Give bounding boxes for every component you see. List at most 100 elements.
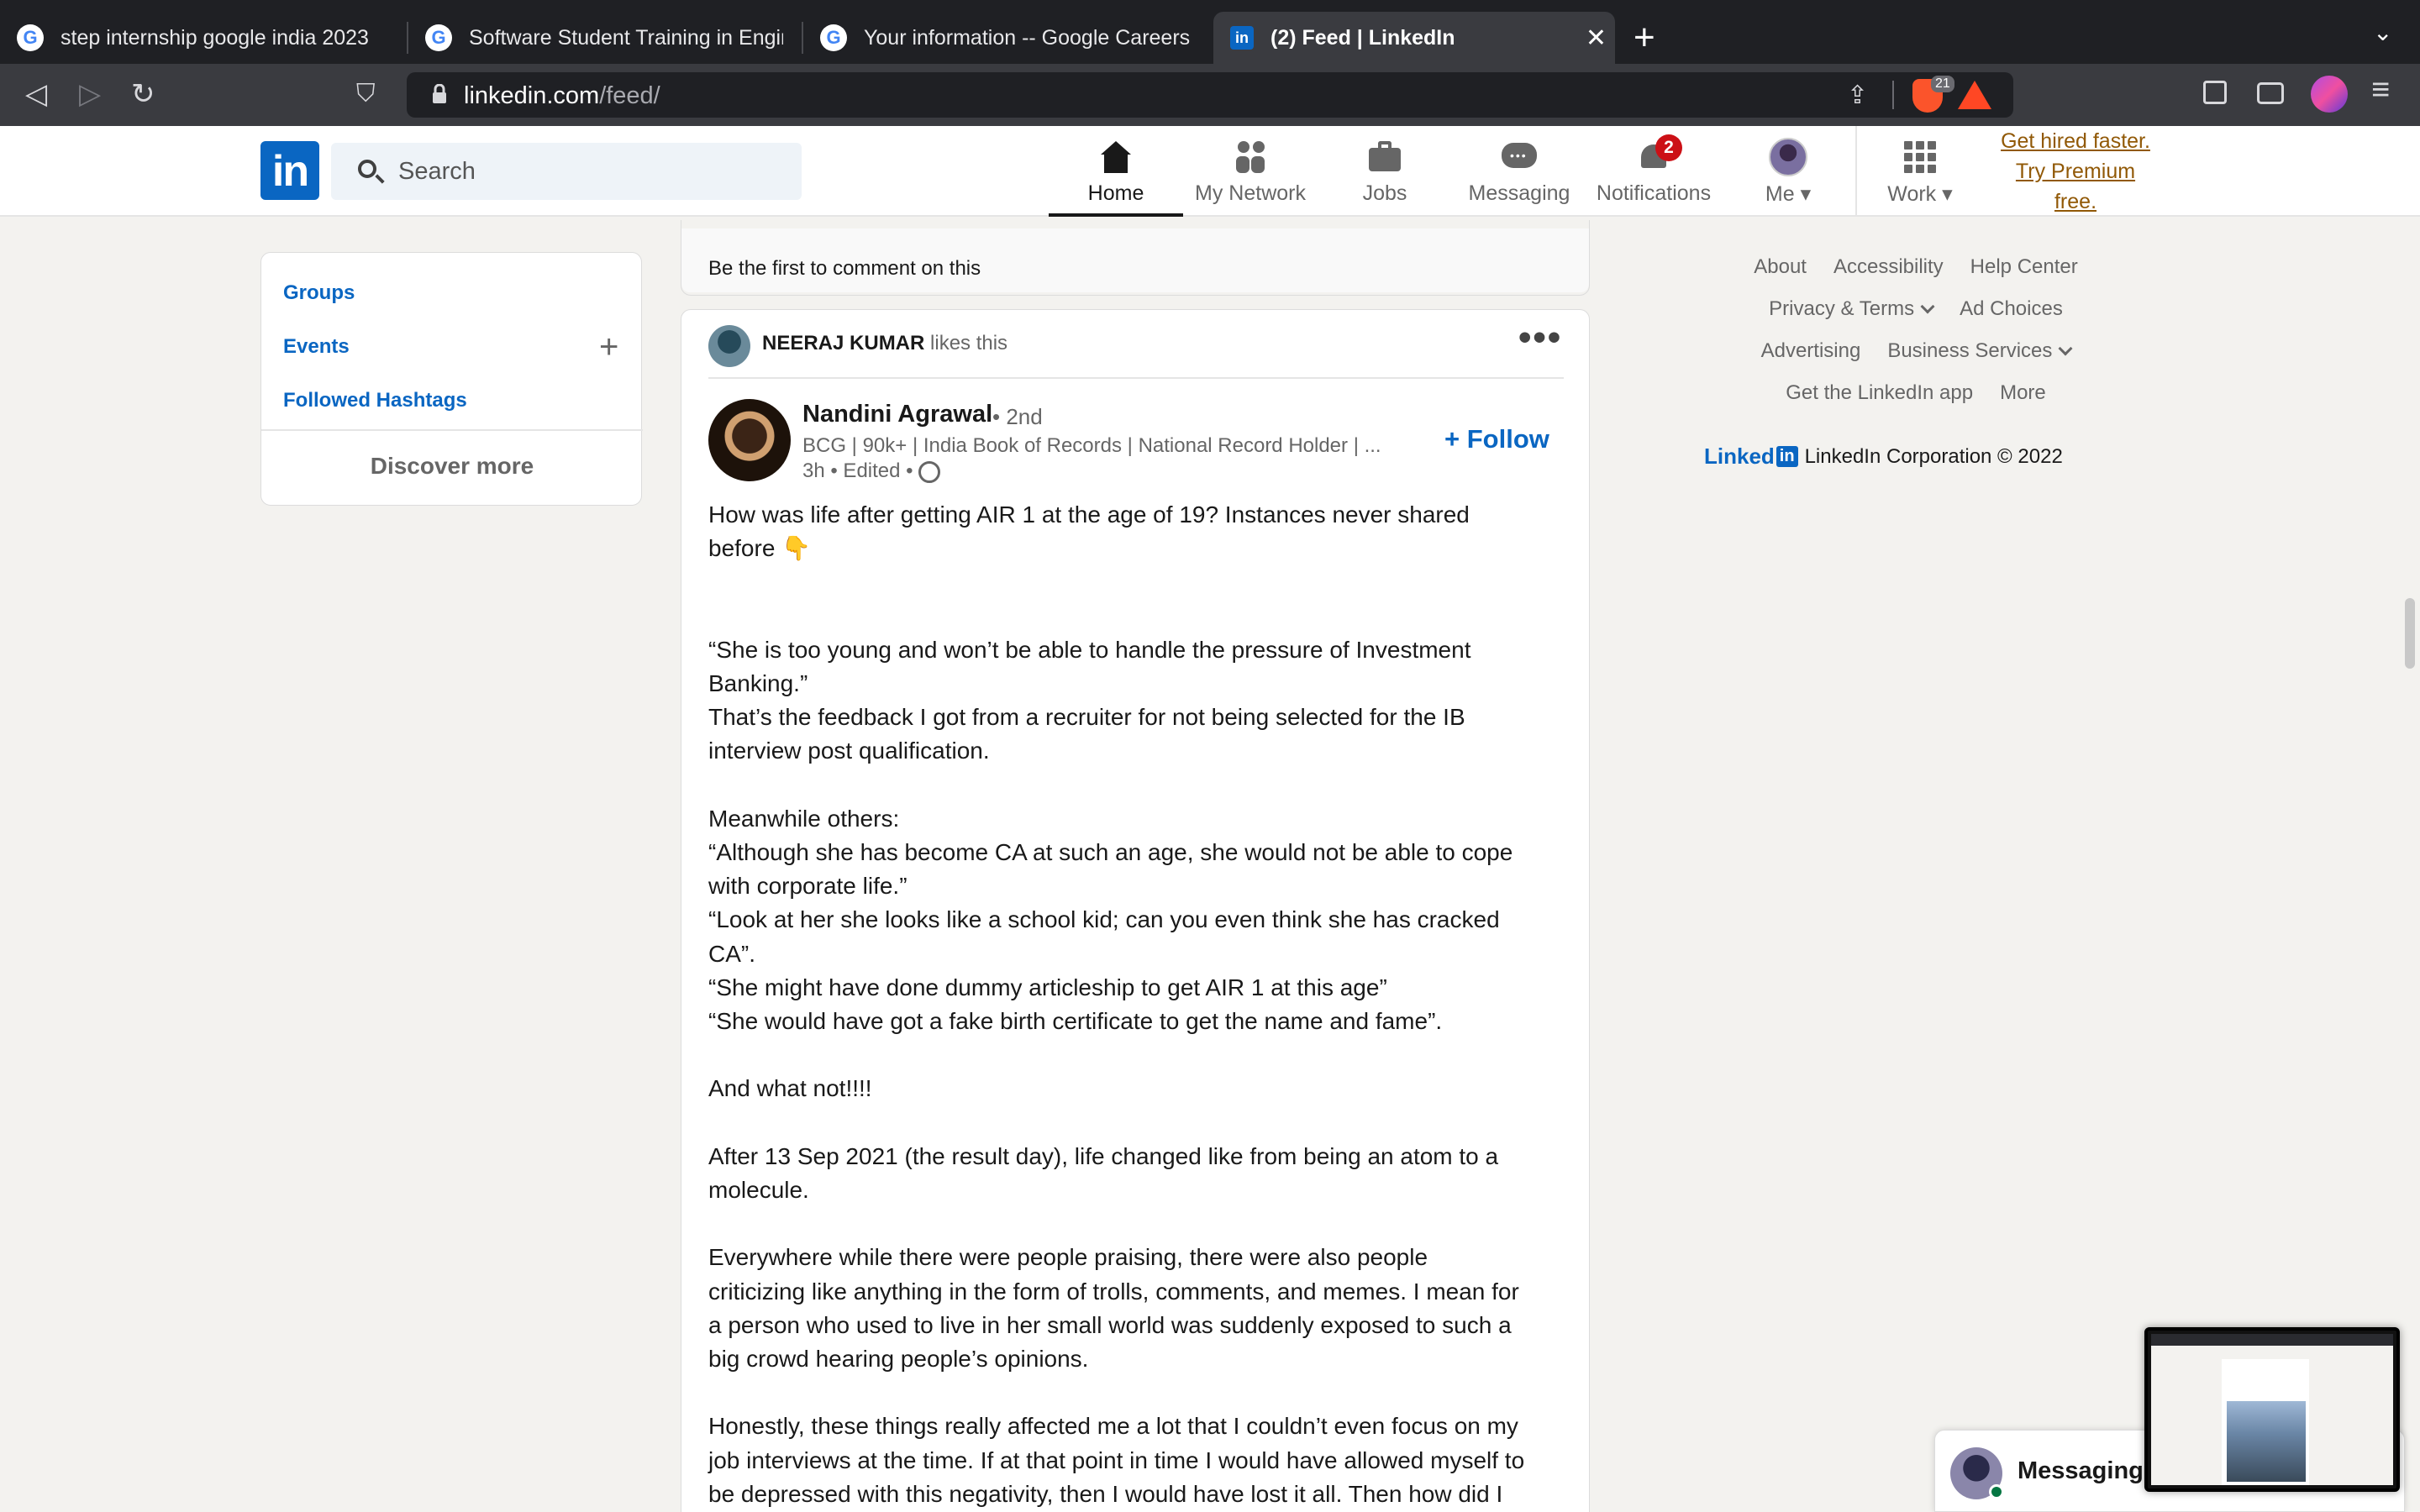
browser-tab-3[interactable]: G Your information -- Google Careers <box>803 12 1212 64</box>
nav-my-network[interactable]: My Network <box>1183 133 1318 217</box>
nav-jobs[interactable]: Jobs <box>1318 133 1452 217</box>
scrollbar[interactable] <box>2405 598 2415 669</box>
connection-degree: • 2nd <box>992 404 1043 429</box>
author-headline: BCG | 90k+ | India Book of Records | Nat… <box>802 434 1381 457</box>
nav-label: My Network <box>1195 181 1306 205</box>
linkedin-logo[interactable]: in <box>260 141 319 200</box>
footer-link-about[interactable]: About <box>1754 255 1807 297</box>
search-input[interactable] <box>398 153 785 190</box>
browser-tab-2[interactable]: G Software Student Training in Engine <box>408 12 800 64</box>
comment-prompt-text: Be the first to comment on this <box>708 257 981 280</box>
premium-line: Try Premium <box>2015 160 2136 183</box>
forward-icon[interactable]: ▷ <box>79 76 101 113</box>
divider <box>708 377 1564 379</box>
globe-icon <box>918 460 940 483</box>
post-body-text: How was life after getting AIR 1 at the … <box>708 501 1525 1507</box>
sidebar-item-groups[interactable]: Groups <box>283 281 355 305</box>
google-icon: G <box>17 24 44 51</box>
browser-tab-4-active[interactable]: in (2) Feed | LinkedIn ✕ <box>1213 12 1615 64</box>
chevron-down-icon <box>1920 299 1935 314</box>
sidebar-item-followed-hashtags[interactable]: Followed Hashtags <box>283 389 467 412</box>
browser-tab-1[interactable]: G step internship google india 2023 <box>0 12 407 64</box>
more-options-icon[interactable]: ••• <box>1518 317 1562 359</box>
search-box[interactable] <box>331 143 802 200</box>
footer-link-more[interactable]: More <box>2000 381 2046 423</box>
home-icon <box>1097 138 1135 176</box>
online-status-dot <box>1989 1484 2004 1499</box>
linkedin-wordmark: Linked in <box>1704 444 1798 470</box>
chevron-down-icon[interactable]: ⌄ <box>2373 18 2392 46</box>
author-name[interactable]: Nandini Agrawal <box>802 401 992 428</box>
copyright: Linked in LinkedIn Corporation © 2022 <box>1704 444 2063 470</box>
google-icon: G <box>820 24 847 51</box>
close-tab-icon[interactable]: ✕ <box>1586 24 1607 53</box>
shield-count-badge: 21 <box>1931 76 1954 92</box>
add-event-icon[interactable]: + <box>599 330 618 364</box>
avatar <box>1769 138 1807 176</box>
nav-notifications[interactable]: Notifications <box>1586 133 1721 217</box>
sidebar-item-events[interactable]: Events <box>283 335 350 359</box>
browser-tab-bar: G step internship google india 2023 G So… <box>0 0 2420 64</box>
nav-home[interactable]: Home <box>1049 133 1183 217</box>
divider <box>261 429 643 431</box>
notification-badge: 2 <box>1655 134 1682 161</box>
grid-icon <box>1901 138 1939 176</box>
bookmark-icon[interactable]: ⛉ <box>356 76 376 113</box>
footer-link-advertising[interactable]: Advertising <box>1761 339 1861 381</box>
lock-icon <box>433 84 446 103</box>
footer-link-privacy-terms[interactable]: Privacy & Terms <box>1769 297 1935 339</box>
left-sidebar-card: Groups Events + Followed Hashtags Discov… <box>260 252 643 506</box>
premium-line: free. <box>2054 190 2097 213</box>
footer-link-accessibility[interactable]: Accessibility <box>1833 255 1944 297</box>
url-domain: linkedin.com <box>464 82 600 109</box>
toolbar-divider <box>1892 81 1894 109</box>
footer-link-get-app[interactable]: Get the LinkedIn app <box>1786 381 1973 423</box>
nav-label: Work ▾ <box>1887 182 1953 206</box>
tab-title: Your information -- Google Careers <box>864 25 1191 50</box>
wallet-icon[interactable] <box>2257 82 2284 104</box>
follow-button[interactable]: + Follow <box>1444 424 1549 454</box>
premium-line: Get hired faster. <box>2001 129 2150 153</box>
reload-icon[interactable]: ↻ <box>131 76 155 113</box>
thumbnail-screen <box>2151 1334 2393 1485</box>
try-premium-link[interactable]: Get hired faster. Try Premium free. <box>1991 126 2160 217</box>
post-meta-text: 3h • Edited • <box>802 459 913 482</box>
back-icon[interactable]: ◁ <box>25 76 47 113</box>
nav-work[interactable]: Work ▾ <box>1857 133 1983 217</box>
tab-title: Software Student Training in Engine <box>469 25 783 50</box>
thumbnail-photo <box>2227 1401 2306 1482</box>
nav-me[interactable]: Me ▾ <box>1721 133 1855 217</box>
brave-rewards-icon[interactable] <box>1958 81 1991 109</box>
avatar[interactable] <box>708 325 750 367</box>
sidebar-toggle-icon[interactable] <box>2203 81 2227 104</box>
nav-messaging[interactable]: ••• Messaging <box>1452 133 1586 217</box>
footer-link-business-services[interactable]: Business Services <box>1887 339 2073 381</box>
footer-link-help-center[interactable]: Help Center <box>1970 255 2078 297</box>
liker-name: NEERAJ KUMAR <box>762 332 925 354</box>
chevron-down-icon <box>2058 341 2073 356</box>
nav-label: Me ▾ <box>1765 182 1812 206</box>
screen-recording-thumbnail[interactable] <box>2144 1327 2400 1492</box>
menu-icon[interactable]: ≡ <box>2371 72 2390 108</box>
briefcase-icon <box>1365 138 1404 176</box>
search-icon <box>358 160 376 178</box>
caret-down-icon: ▾ <box>1800 182 1812 206</box>
copyright-text: LinkedIn Corporation © 2022 <box>1804 444 2063 468</box>
post-timestamp: 3h • Edited • <box>802 459 940 483</box>
footer-links: About Accessibility Help Center Privacy … <box>1681 255 2151 423</box>
google-icon: G <box>425 24 452 51</box>
nav-label: Notifications <box>1596 181 1712 205</box>
share-icon[interactable]: ⇪ <box>1847 81 1868 110</box>
discover-more-button[interactable]: Discover more <box>261 453 643 480</box>
nav-label: Jobs <box>1362 181 1407 205</box>
social-context: NEERAJ KUMAR likes this <box>762 332 1007 355</box>
url-path: /feed/ <box>599 82 660 109</box>
url-text: linkedin.com/feed/ <box>464 82 660 110</box>
previous-post-footer: Be the first to comment on this <box>681 220 1590 296</box>
footer-link-ad-choices[interactable]: Ad Choices <box>1960 297 2063 339</box>
author-avatar[interactable] <box>708 399 791 481</box>
browser-toolbar: ◁ ▷ ↻ ⛉ linkedin.com/feed/ ⇪ 21 ≡ <box>0 64 2420 126</box>
new-tab-button[interactable]: + <box>1634 17 1655 59</box>
browser-profile-avatar[interactable] <box>2311 76 2348 113</box>
address-bar[interactable]: linkedin.com/feed/ ⇪ 21 <box>407 72 2013 118</box>
